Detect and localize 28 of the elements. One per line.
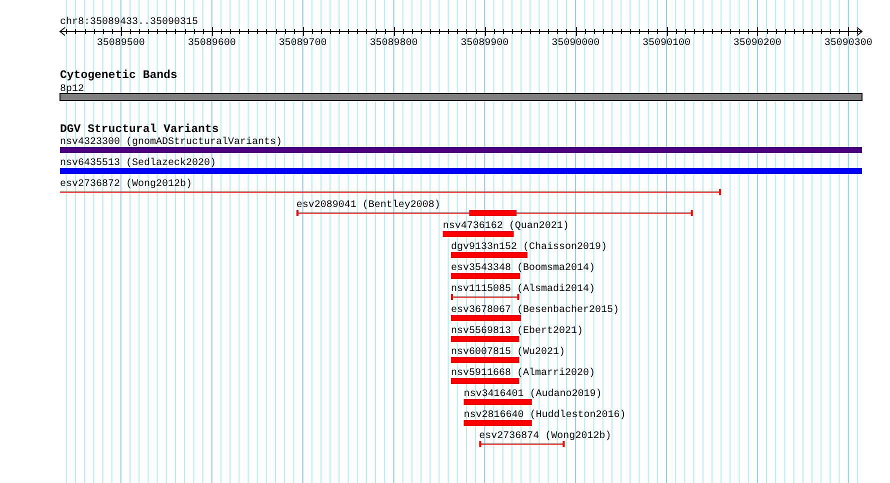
variant-label: nsv6435513 (Sedlazeck2020) bbox=[60, 158, 216, 169]
variant-label: nsv3416401 (Audano2019) bbox=[464, 389, 602, 400]
variant-label: nsv4323300 (gnomADStructuralVariants) bbox=[60, 137, 282, 148]
tick-label: 35089800 bbox=[370, 38, 418, 49]
band-label: 8p12 bbox=[60, 84, 84, 95]
variant-label: esv2736874 (Wong2012b) bbox=[479, 431, 612, 442]
variant-label: nsv1115085 (Alsmadi2014) bbox=[451, 284, 596, 295]
variant-label: esv3543348 (Boomsma2014) bbox=[451, 263, 596, 274]
track-title: Cytogenetic Bands bbox=[60, 69, 178, 82]
tick-label: 35090100 bbox=[642, 38, 690, 49]
variant-label: nsv2816640 (Huddleston2016) bbox=[464, 410, 626, 421]
variant-label: esv2089041 (Bentley2008) bbox=[296, 200, 440, 211]
tick-label: 35090300 bbox=[824, 38, 872, 49]
variant-label: nsv6007815 (Wu2021) bbox=[451, 347, 566, 358]
variant-label: nsv5911668 (Almarri2020) bbox=[451, 368, 596, 379]
variant-label: nsv4736162 (Quan2021) bbox=[442, 221, 569, 232]
track-title: DGV Structural Variants bbox=[60, 123, 219, 136]
tick-label: 35089900 bbox=[460, 38, 509, 49]
variant-label: dgv9133n152 (Chaisson2019) bbox=[451, 242, 608, 253]
tick-label: 35090000 bbox=[552, 38, 600, 49]
tick-label: 35089500 bbox=[96, 38, 145, 49]
tick-label: 35089600 bbox=[188, 38, 236, 49]
tick-label: 35090200 bbox=[733, 38, 782, 49]
variant-label: esv2736872 (Wong2012b) bbox=[60, 179, 192, 190]
location-label: chr8:35089433..35090315 bbox=[60, 17, 198, 28]
variant-label: esv3678067 (Besenbacher2015) bbox=[451, 305, 620, 316]
variant-label: nsv5569813 (Ebert2021) bbox=[451, 326, 584, 337]
tick-label: 35089700 bbox=[278, 38, 327, 49]
